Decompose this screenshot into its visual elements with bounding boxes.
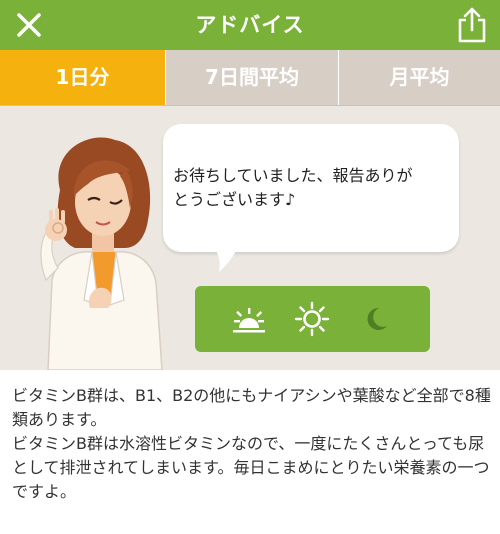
share-button[interactable] <box>452 4 492 46</box>
morning-button[interactable] <box>229 299 269 339</box>
period-tabs: 1日分 7日間平均 月平均 <box>0 50 500 106</box>
tab-monthly-average[interactable]: 月平均 <box>338 50 500 105</box>
advice-text: ビタミンB群は、B1、B2の他にもナイアシンや葉酸など全部で8種類あります。 ビ… <box>12 384 494 504</box>
app-header: アドバイス <box>0 0 500 50</box>
speech-line-2: とうございます♪ <box>173 190 296 209</box>
advisor-character-illustration <box>40 137 163 370</box>
sunrise-icon <box>232 308 265 333</box>
tab-1-day[interactable]: 1日分 <box>0 50 165 105</box>
share-icon <box>458 7 486 43</box>
sun-icon <box>295 301 330 337</box>
tab-7-day-average[interactable]: 7日間平均 <box>165 50 338 105</box>
advice-paragraph-2: ビタミンB群は水溶性ビタミンなので、一度にたくさんとっても尿として排泄されてしま… <box>12 434 490 501</box>
speech-bubble: お待ちしていました、報告ありが とうございます♪ <box>163 124 459 252</box>
night-button[interactable] <box>356 299 396 339</box>
time-of-day-panel <box>195 286 430 352</box>
moon-icon <box>367 307 388 330</box>
advice-paragraph-1: ビタミンB群は、B1、B2の他にもナイアシンや葉酸など全部で8種類あります。 <box>12 386 491 429</box>
advisor-stage: お待ちしていました、報告ありが とうございます♪ <box>0 106 500 370</box>
speech-bubble-text: お待ちしていました、報告ありが とうございます♪ <box>173 164 453 212</box>
noon-button[interactable] <box>292 299 332 339</box>
page-title: アドバイス <box>195 13 305 37</box>
speech-line-1: お待ちしていました、報告ありが <box>173 166 413 185</box>
speech-bubble-tail <box>211 244 241 272</box>
